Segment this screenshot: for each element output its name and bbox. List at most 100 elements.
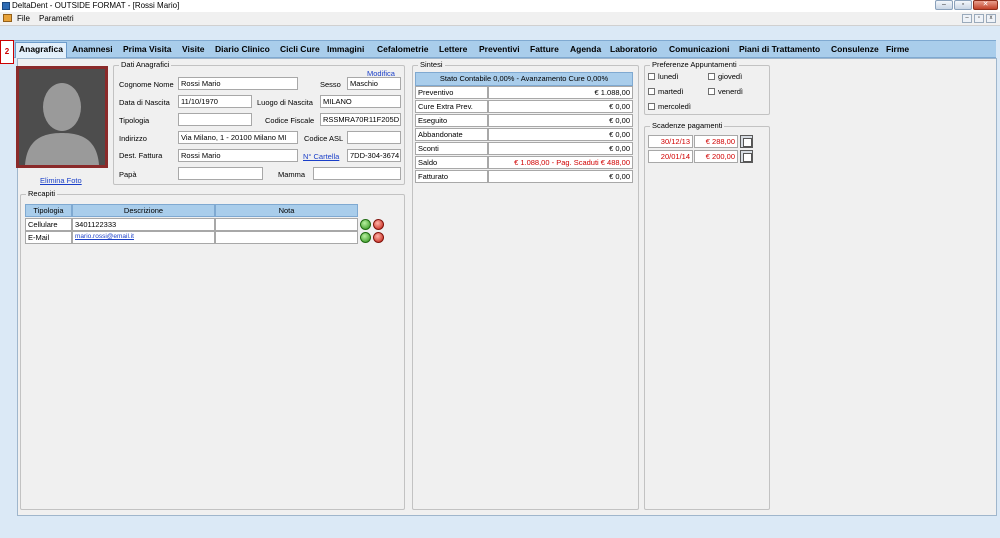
day-label: martedì xyxy=(658,87,684,96)
record-number-field[interactable]: 7DD-304-3674 xyxy=(347,149,401,162)
day-label: giovedì xyxy=(718,72,743,81)
child-close-button[interactable]: x xyxy=(986,14,996,23)
minimize-button[interactable]: – xyxy=(935,0,953,10)
contact-note[interactable] xyxy=(215,218,358,231)
tab-cefalometrie[interactable]: Cefalometrie xyxy=(374,43,432,57)
invoice-recipient-label: Dest. Fattura xyxy=(119,151,163,160)
type-field[interactable] xyxy=(178,113,252,126)
summary-value: € 0,00 xyxy=(488,114,633,127)
birth-date-label: Data di Nascita xyxy=(119,98,170,107)
contact-type: Cellulare xyxy=(25,218,72,231)
appointment-preferences-title: Preferenze Appuntamenti xyxy=(650,60,739,69)
sex-field[interactable]: Maschio xyxy=(347,77,401,90)
summary-label: Eseguito xyxy=(415,114,488,127)
tab-fatture[interactable]: Fatture xyxy=(527,43,562,57)
maximize-button[interactable]: ▫ xyxy=(954,0,972,10)
tab-prima-visita[interactable]: Prima Visita xyxy=(120,43,175,57)
col-header-type: Tipologia xyxy=(25,204,72,217)
print-icon[interactable] xyxy=(740,150,753,163)
checkbox-martedi[interactable] xyxy=(648,88,655,95)
checkbox-venerdi[interactable] xyxy=(708,88,715,95)
tax-code-field[interactable]: RSSMRA70R11F205D xyxy=(320,113,401,126)
delete-icon[interactable] xyxy=(373,219,384,230)
tab-lettere[interactable]: Lettere xyxy=(436,43,470,57)
child-minimize-button[interactable]: – xyxy=(962,14,972,23)
payment-deadlines-title: Scadenze pagamenti xyxy=(650,121,725,130)
tab-agenda[interactable]: Agenda xyxy=(567,43,604,57)
deadline-amount: € 288,00 xyxy=(694,135,738,148)
tab-preventivi[interactable]: Preventivi xyxy=(476,43,523,57)
full-name-field[interactable]: Rossi Mario xyxy=(178,77,298,90)
checkbox-lunedi[interactable] xyxy=(648,73,655,80)
sex-label: Sesso xyxy=(320,80,341,89)
father-field[interactable] xyxy=(178,167,263,180)
contact-note[interactable] xyxy=(215,231,358,244)
summary-label: Saldo xyxy=(415,156,488,169)
tax-code-label: Codice Fiscale xyxy=(265,116,315,125)
summary-value: € 0,00 xyxy=(488,128,633,141)
record-number-link[interactable]: N° Cartella xyxy=(303,152,339,161)
menu-parametri[interactable]: Parametri xyxy=(39,14,74,23)
summary-label: Cure Extra Prev. xyxy=(415,100,488,113)
father-label: Papà xyxy=(119,170,137,179)
mother-field[interactable] xyxy=(313,167,401,180)
window-title-bar: DeltaDent - OUTSIDE FORMAT - [Rossi Mari… xyxy=(0,0,1000,12)
deadline-date: 20/01/14 xyxy=(648,150,693,163)
summary-label: Fatturato xyxy=(415,170,488,183)
personal-data-title: Dati Anagrafici xyxy=(119,60,172,69)
print-icon[interactable] xyxy=(740,135,753,148)
child-restore-button[interactable]: ▫ xyxy=(974,14,984,23)
deadline-date: 30/12/13 xyxy=(648,135,693,148)
menu-bar: File Parametri xyxy=(0,12,1000,26)
status-bar xyxy=(0,520,1000,538)
tab-bar: Anagrafica Anamnesi Prima Visita Visite … xyxy=(14,40,996,58)
tab-firme[interactable]: Firme xyxy=(883,43,912,57)
summary-label: Preventivo xyxy=(415,86,488,99)
patient-photo[interactable] xyxy=(16,66,108,168)
day-label: venerdì xyxy=(718,87,744,96)
tab-laboratorio[interactable]: Laboratorio xyxy=(607,43,660,57)
address-field[interactable]: Via Milano, 1 - 20100 Milano MI xyxy=(178,131,298,144)
confirm-icon[interactable] xyxy=(360,232,371,243)
tab-piani-di-trattamento[interactable]: Piani di Trattamento xyxy=(736,43,823,57)
tab-immagini[interactable]: Immagini xyxy=(324,43,367,57)
deadline-amount: € 200,00 xyxy=(694,150,738,163)
address-label: Indirizzo xyxy=(119,134,147,143)
delete-icon[interactable] xyxy=(373,232,384,243)
tab-visite[interactable]: Visite xyxy=(179,43,208,57)
app-icon xyxy=(2,2,10,10)
tab-comunicazioni[interactable]: Comunicazioni xyxy=(666,43,732,57)
document-icon xyxy=(3,14,12,22)
delete-photo-link[interactable]: Elimina Foto xyxy=(40,176,82,185)
birth-place-field[interactable]: MILANO xyxy=(320,95,401,108)
contact-type: E-Mail xyxy=(25,231,72,244)
summary-title: Sintesi xyxy=(418,60,445,69)
invoice-recipient-field[interactable]: Rossi Mario xyxy=(178,149,298,162)
asl-code-field[interactable] xyxy=(347,131,401,144)
contact-description[interactable]: mario.rossi@email.it xyxy=(72,231,215,244)
confirm-icon[interactable] xyxy=(360,219,371,230)
contact-description[interactable]: 3401122333 xyxy=(72,218,215,231)
checkbox-mercoledi[interactable] xyxy=(648,103,655,110)
contacts-title: Recapiti xyxy=(26,189,58,198)
close-button[interactable]: ✕ xyxy=(973,0,998,10)
tab-consulenze[interactable]: Consulenze xyxy=(828,43,882,57)
birth-place-label: Luogo di Nascita xyxy=(257,98,313,107)
summary-value: € 0,00 xyxy=(488,142,633,155)
summary-label: Sconti xyxy=(415,142,488,155)
payment-deadlines-group: Scadenze pagamenti xyxy=(644,121,770,510)
tab-cicli-cure[interactable]: Cicli Cure xyxy=(277,43,323,57)
window-title: DeltaDent - OUTSIDE FORMAT - [Rossi Mari… xyxy=(12,1,180,10)
record-badge: 2 xyxy=(0,40,14,64)
menu-file[interactable]: File xyxy=(17,14,30,23)
tab-anamnesi[interactable]: Anamnesi xyxy=(69,43,116,57)
checkbox-giovedi[interactable] xyxy=(708,73,715,80)
asl-code-label: Codice ASL xyxy=(304,134,344,143)
tab-diario-clinico[interactable]: Diario Clinico xyxy=(212,43,273,57)
balance-value: € 1.088,00 - Pag. Scaduti € 488,00 xyxy=(488,156,633,169)
tab-anagrafica[interactable]: Anagrafica xyxy=(15,42,67,58)
birth-date-field[interactable]: 11/10/1970 xyxy=(178,95,252,108)
summary-value: € 1.088,00 xyxy=(488,86,633,99)
mother-label: Mamma xyxy=(278,170,306,179)
full-name-label: Cognome Nome xyxy=(119,80,174,89)
